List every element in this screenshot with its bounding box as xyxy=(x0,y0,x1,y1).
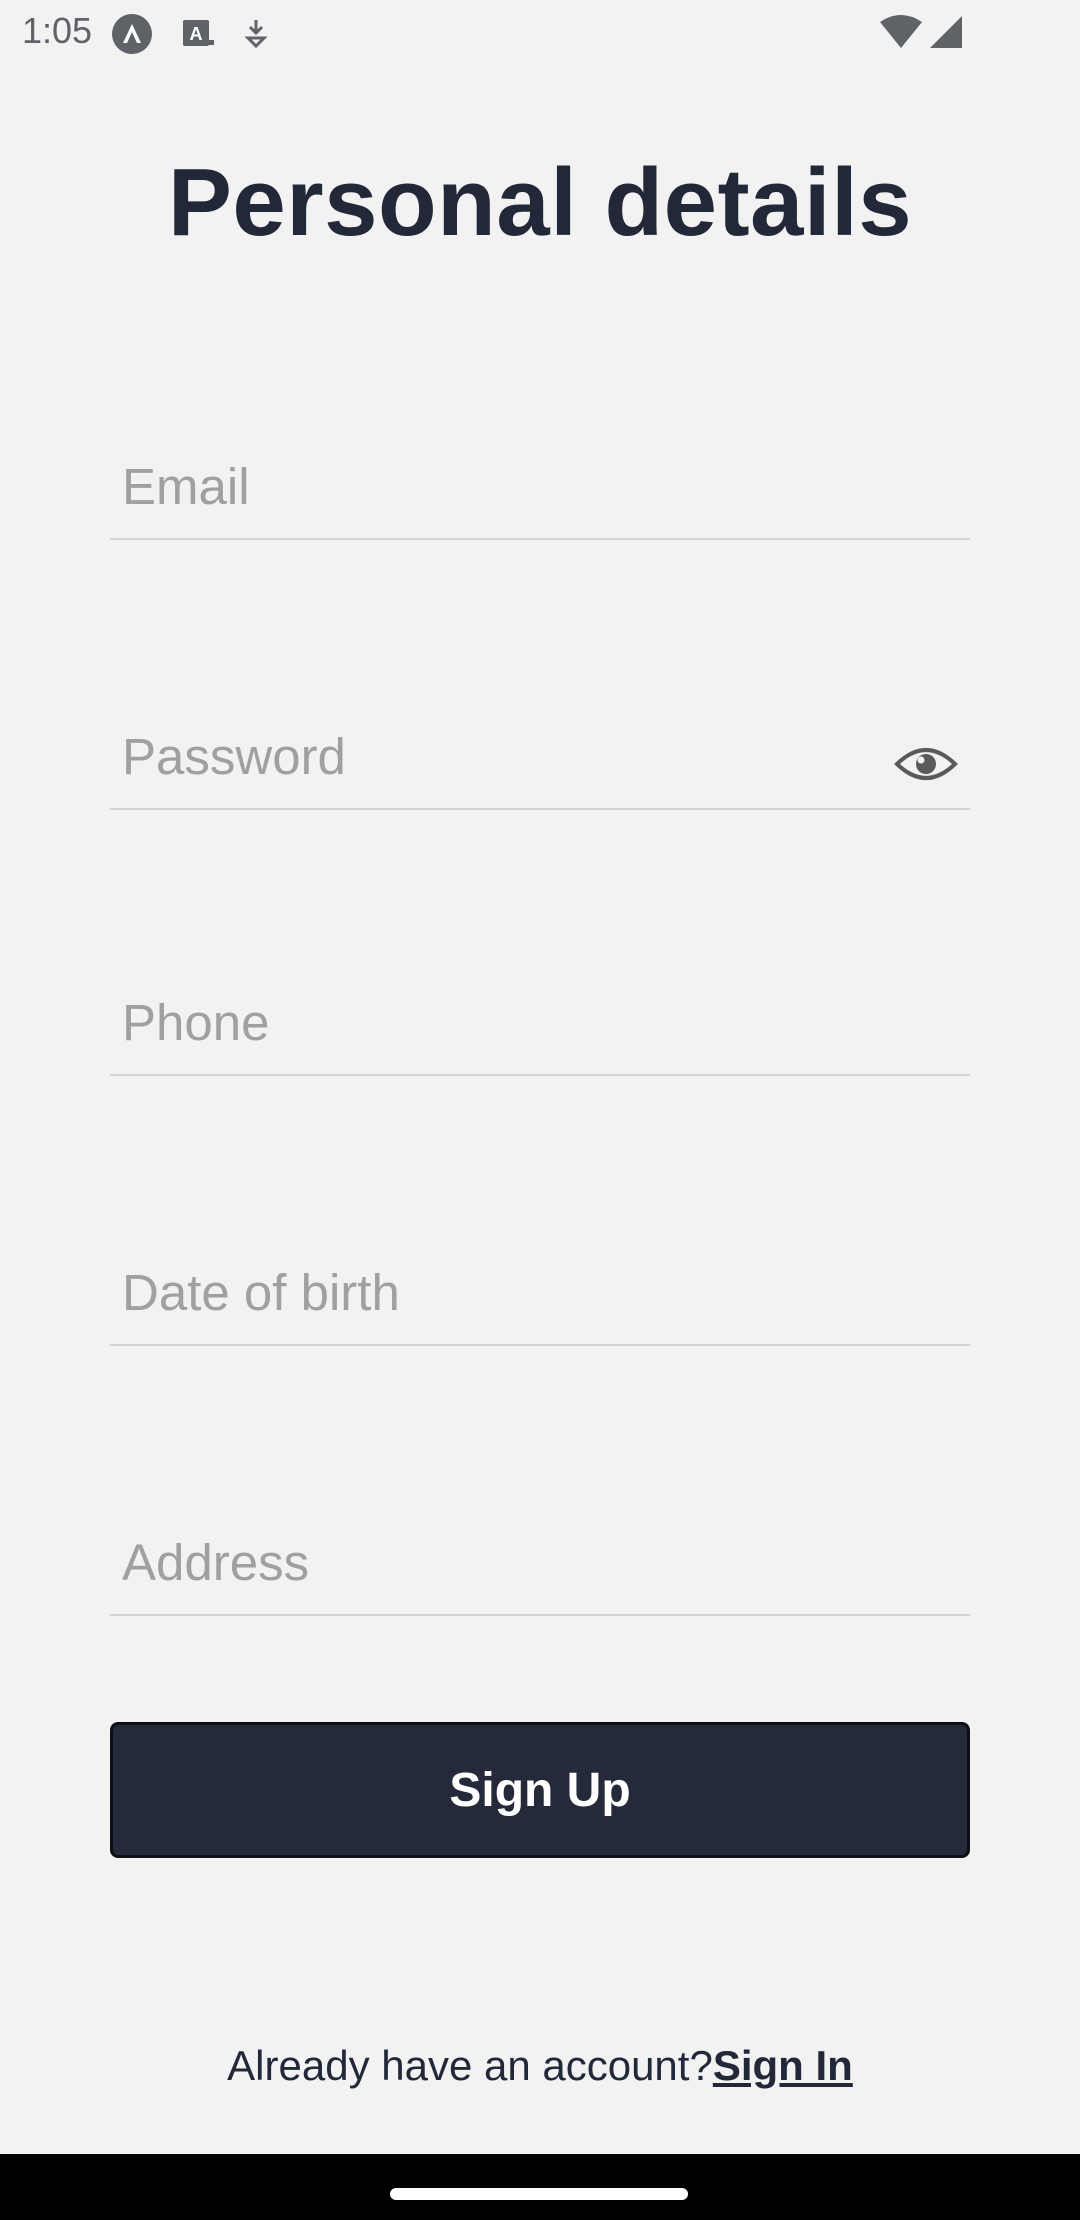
cellular-signal-icon xyxy=(926,14,966,54)
sign-in-link[interactable]: Sign In xyxy=(713,2042,853,2089)
sign-in-prompt: Already have an account?Sign In xyxy=(0,2042,1080,2090)
home-indicator[interactable] xyxy=(390,2188,688,2200)
status-bar: 1:05 A xyxy=(0,0,1080,66)
wifi-icon xyxy=(878,14,924,54)
sign-in-prompt-text: Already have an account? xyxy=(227,2042,713,2089)
sign-up-button[interactable]: Sign Up xyxy=(110,1722,970,1858)
status-time: 1:05 xyxy=(22,10,93,51)
date-of-birth-field xyxy=(110,1254,970,1346)
date-of-birth-input[interactable] xyxy=(122,1263,882,1322)
keyboard-a-icon: A xyxy=(178,14,218,54)
phone-field xyxy=(110,984,970,1076)
show-password-eye-icon[interactable] xyxy=(894,742,958,786)
phone-input[interactable] xyxy=(122,993,882,1052)
app-notification-icon xyxy=(112,14,152,54)
address-input[interactable] xyxy=(122,1533,882,1592)
address-field xyxy=(110,1524,970,1616)
svg-text:A: A xyxy=(190,24,203,44)
navigation-bar xyxy=(0,2154,1080,2220)
password-input[interactable] xyxy=(122,727,782,786)
password-field xyxy=(110,718,970,810)
page-title: Personal details xyxy=(167,149,913,256)
email-field xyxy=(110,448,970,540)
download-icon xyxy=(236,14,276,54)
email-input[interactable] xyxy=(122,457,882,516)
